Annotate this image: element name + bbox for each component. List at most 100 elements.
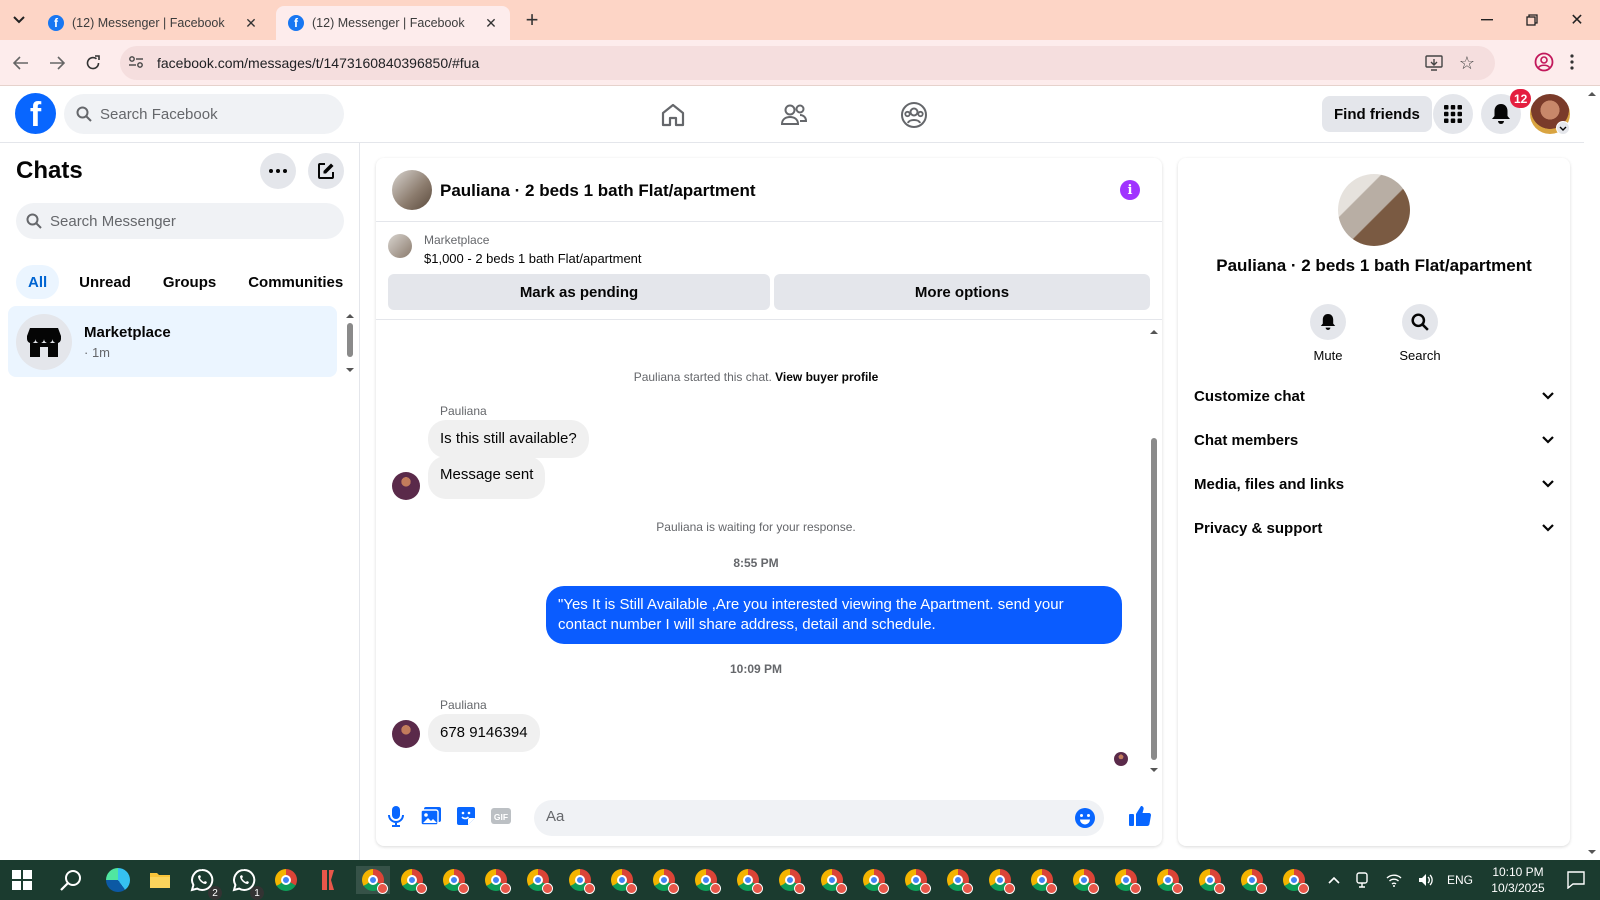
- chrome-profile-taskbar-icon[interactable]: [1028, 866, 1057, 894]
- chrome-profile-taskbar-icon[interactable]: [356, 866, 390, 894]
- message-bubble[interactable]: Message sent: [428, 456, 546, 499]
- voice-clip-button[interactable]: [384, 804, 408, 828]
- language-indicator[interactable]: ENG: [1442, 873, 1478, 887]
- chrome-profile-taskbar-icon[interactable]: [1154, 866, 1183, 894]
- conversation-title[interactable]: Pauliana · 2 beds 1 bath Flat/apartment: [440, 181, 756, 201]
- bookmark-star-icon[interactable]: ☆: [1459, 53, 1475, 74]
- outgoing-message-bubble[interactable]: "Yes It is Still Available ,Are you inte…: [546, 586, 1122, 644]
- chrome-profile-taskbar-icon[interactable]: [860, 866, 889, 894]
- chrome-profile-taskbar-icon[interactable]: [944, 866, 973, 894]
- chrome-profile-taskbar-icon[interactable]: [692, 866, 721, 894]
- menu-button[interactable]: [1433, 94, 1473, 134]
- close-window-button[interactable]: ✕: [1562, 10, 1592, 30]
- chrome-profile-taskbar-icon[interactable]: [734, 866, 763, 894]
- send-like-button[interactable]: [1128, 804, 1152, 828]
- sender-avatar[interactable]: [392, 720, 420, 748]
- filter-unread[interactable]: Unread: [67, 265, 143, 299]
- chrome-profile-taskbar-icon[interactable]: [608, 866, 637, 894]
- taskbar-clock[interactable]: 10:10 PM 10/3/2025: [1482, 864, 1554, 896]
- new-tab-button[interactable]: +: [520, 7, 544, 32]
- minimize-button[interactable]: [1472, 10, 1502, 30]
- chrome-taskbar-icon[interactable]: [272, 866, 300, 894]
- volume-icon[interactable]: [1410, 873, 1442, 887]
- find-friends-button[interactable]: Find friends: [1322, 96, 1432, 132]
- section-media-files-links[interactable]: Media, files and links: [1194, 462, 1554, 506]
- chrome-profile-taskbar-icon[interactable]: [398, 866, 427, 894]
- wifi-icon[interactable]: [1378, 873, 1410, 887]
- facebook-search-input[interactable]: [100, 105, 320, 123]
- chrome-profile-taskbar-icon[interactable]: [1112, 866, 1141, 894]
- gif-button[interactable]: GIF: [489, 804, 513, 828]
- message-input[interactable]: [546, 808, 1066, 825]
- start-button[interactable]: [8, 866, 36, 894]
- section-customize-chat[interactable]: Customize chat: [1194, 374, 1554, 418]
- app-taskbar-icon[interactable]: [314, 866, 342, 894]
- taskbar-search-button[interactable]: [57, 866, 85, 894]
- whatsapp-taskbar-icon-1[interactable]: 2: [188, 866, 222, 900]
- page-scrollbar[interactable]: [1584, 86, 1600, 860]
- search-action[interactable]: Search: [1391, 304, 1449, 363]
- attach-image-button[interactable]: [419, 804, 443, 828]
- chats-options-button[interactable]: [260, 153, 296, 189]
- notification-center-button[interactable]: [1562, 866, 1590, 894]
- back-button[interactable]: [10, 52, 32, 74]
- site-info-icon[interactable]: [128, 55, 146, 71]
- sticker-button[interactable]: [454, 804, 478, 828]
- view-buyer-profile-link[interactable]: View buyer profile: [775, 370, 878, 384]
- restore-button[interactable]: [1517, 10, 1547, 30]
- reload-button[interactable]: [82, 52, 104, 74]
- url-text[interactable]: facebook.com/messages/t/1473160840396850…: [157, 55, 479, 71]
- chrome-profile-taskbar-icon[interactable]: [1070, 866, 1099, 894]
- new-message-button[interactable]: [308, 153, 344, 189]
- close-tab-icon[interactable]: ✕: [242, 15, 260, 32]
- listing-profile-photo[interactable]: [1338, 174, 1410, 246]
- install-app-icon[interactable]: [1425, 54, 1443, 72]
- emoji-button[interactable]: [1074, 807, 1096, 829]
- chrome-profile-taskbar-icon[interactable]: [524, 866, 553, 894]
- more-options-button[interactable]: More options: [774, 274, 1150, 310]
- mark-as-pending-button[interactable]: Mark as pending: [388, 274, 770, 310]
- filter-communities[interactable]: Communities: [236, 265, 355, 299]
- chrome-profile-taskbar-icon[interactable]: [776, 866, 805, 894]
- section-chat-members[interactable]: Chat members: [1194, 418, 1554, 462]
- file-explorer-icon[interactable]: [146, 866, 174, 894]
- whatsapp-taskbar-icon-2[interactable]: 1: [230, 866, 264, 900]
- meet-now-icon[interactable]: [1346, 872, 1378, 888]
- filter-all[interactable]: All: [16, 265, 60, 299]
- chrome-profile-taskbar-icon[interactable]: [986, 866, 1015, 894]
- omnibox[interactable]: facebook.com/messages/t/1473160840396850…: [120, 46, 1495, 80]
- chrome-profile-taskbar-icon[interactable]: [902, 866, 931, 894]
- filter-groups[interactable]: Groups: [151, 265, 228, 299]
- nav-friends[interactable]: [777, 98, 811, 132]
- browser-tab-2[interactable]: f (12) Messenger | Facebook ✕: [276, 6, 510, 40]
- section-privacy-support[interactable]: Privacy & support: [1194, 506, 1554, 550]
- chrome-profile-taskbar-icon[interactable]: [1238, 866, 1267, 894]
- search-in-chat-button[interactable]: [1402, 304, 1438, 340]
- listing-avatar[interactable]: [392, 170, 432, 210]
- sender-avatar[interactable]: [392, 472, 420, 500]
- chrome-profile-taskbar-icon[interactable]: [1280, 866, 1309, 894]
- facebook-search[interactable]: [64, 94, 344, 134]
- chat-list-item[interactable]: Marketplace · 1m: [8, 306, 337, 377]
- chrome-profile-taskbar-icon[interactable]: [440, 866, 469, 894]
- chrome-profile-taskbar-icon[interactable]: [482, 866, 511, 894]
- browser-tab-1[interactable]: f (12) Messenger | Facebook ✕: [36, 6, 270, 40]
- conversation-scrollbar[interactable]: [1150, 328, 1158, 778]
- messenger-search[interactable]: [16, 203, 344, 239]
- messenger-search-input[interactable]: [50, 212, 320, 230]
- chrome-profile-taskbar-icon[interactable]: [650, 866, 679, 894]
- close-tab-icon[interactable]: ✕: [482, 15, 500, 32]
- show-hidden-icons[interactable]: [1322, 876, 1346, 884]
- mute-action[interactable]: Mute: [1299, 304, 1357, 363]
- account-chevron-icon[interactable]: [1556, 121, 1570, 135]
- info-icon[interactable]: i: [1120, 180, 1140, 200]
- tab-search-dropdown[interactable]: [8, 9, 30, 31]
- forward-button[interactable]: [46, 52, 68, 74]
- chrome-profile-taskbar-icon[interactable]: [818, 866, 847, 894]
- chrome-profile-taskbar-icon[interactable]: [566, 866, 595, 894]
- mute-button[interactable]: [1310, 304, 1346, 340]
- chrome-profile-taskbar-icon[interactable]: [1196, 866, 1225, 894]
- facebook-logo[interactable]: f: [15, 93, 56, 134]
- edge-taskbar-icon[interactable]: [104, 866, 132, 894]
- browser-menu-icon[interactable]: [1570, 54, 1574, 70]
